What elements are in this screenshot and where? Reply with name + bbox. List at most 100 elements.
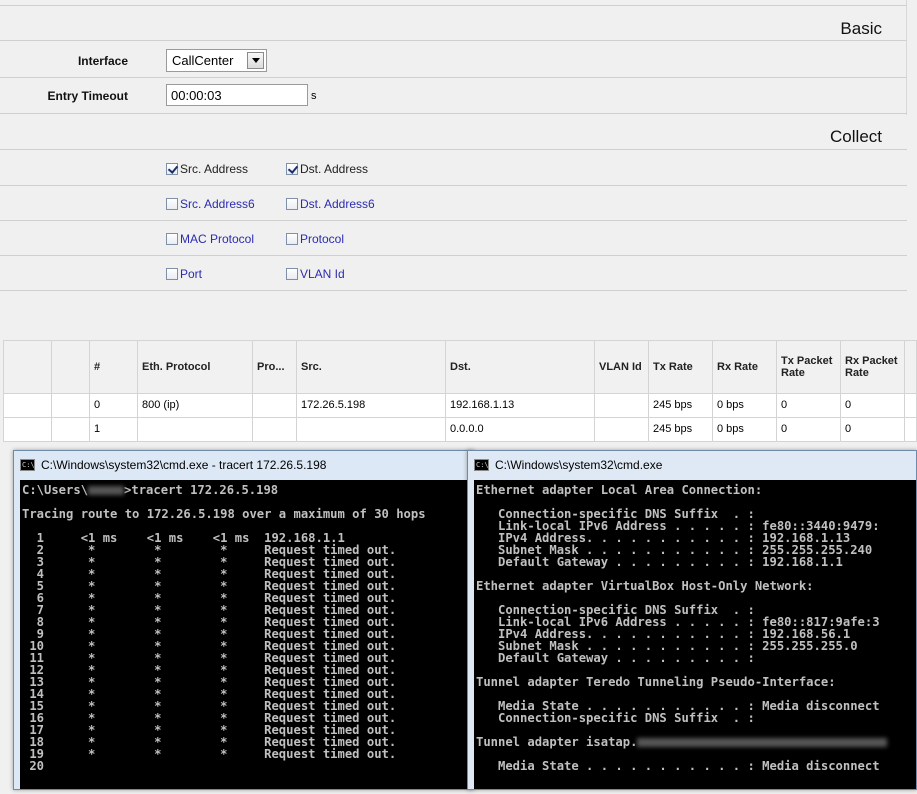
entry-timeout-label: Entry Timeout (47, 89, 128, 103)
section-title-basic: Basic (840, 19, 882, 38)
checkbox-dst-address6[interactable]: Dst. Address6 (286, 197, 375, 211)
console-text: Ethernet adapter Local Area Connection: … (474, 480, 916, 773)
column-header-filler (904, 340, 917, 394)
redacted-username (88, 486, 125, 495)
dropdown-button[interactable] (247, 52, 264, 69)
checkbox-port[interactable]: Port (166, 267, 202, 281)
table-row[interactable]: 0 800 (ip) 172.26.5.198 192.168.1.13 245… (3, 392, 917, 418)
cmd-window-tracert[interactable]: C:\ C:\Windows\system32\cmd.exe - tracer… (13, 450, 474, 790)
table-cell: 172.26.5.198 (296, 392, 446, 418)
checkbox-protocol[interactable]: Protocol (286, 232, 344, 246)
trace-hops: 1 <1 ms <1 ms <1 ms 192.168.1.1 2 * * * … (29, 531, 397, 773)
table-cell (3, 392, 52, 418)
console-text: C:\Users\ >tracert 172.26.5.198 Tracing r… (20, 480, 473, 772)
table-cell: 0 (89, 392, 138, 418)
checkbox-label: VLAN Id (300, 267, 345, 281)
table-cell (252, 416, 297, 443)
checkbox-unchecked-icon[interactable] (286, 233, 298, 245)
table-cell: 0 (776, 416, 841, 443)
column-header[interactable]: Rx Packet Rate (840, 340, 905, 394)
checkbox-src-address[interactable]: Src. Address (166, 162, 248, 176)
ipconfig-output: Ethernet adapter Local Area Connection: … (476, 483, 880, 725)
section-title-collect: Collect (830, 127, 882, 146)
chevron-down-icon (251, 58, 260, 63)
checkbox-unchecked-icon[interactable] (166, 233, 178, 245)
form-right-border (906, 0, 907, 115)
checkbox-unchecked-icon[interactable] (166, 198, 178, 210)
window-titlebar[interactable]: C:\ C:\Windows\system32\cmd.exe - tracer… (14, 451, 473, 478)
interface-label: Interface (77, 54, 128, 68)
checkbox-checked-icon[interactable] (286, 163, 298, 175)
column-header[interactable]: Eth. Protocol (137, 340, 253, 394)
table-cell (594, 416, 649, 443)
table-cell: 0.0.0.0 (445, 416, 595, 443)
table-cell (904, 416, 917, 443)
table-cell: 0 bps (712, 416, 777, 443)
checkbox-vlan-id[interactable]: VLAN Id (286, 267, 345, 281)
table-cell: 0 bps (712, 392, 777, 418)
isatap-line: Tunnel adapter isatap. (476, 735, 638, 749)
checkbox-checked-icon[interactable] (166, 163, 178, 175)
column-header[interactable]: Rx Rate (712, 340, 777, 394)
table-cell (51, 392, 90, 418)
checkbox-dst-address[interactable]: Dst. Address (286, 162, 368, 176)
column-header[interactable]: VLAN Id (594, 340, 649, 394)
divider (0, 77, 907, 78)
ipconfig-output-tail: Media State . . . . . . . . . . . : Medi… (498, 759, 880, 773)
table-cell (594, 392, 649, 418)
table-cell: 245 bps (648, 392, 713, 418)
cmd-window-ipconfig[interactable]: C:\ C:\Windows\system32\cmd.exe Ethernet… (467, 450, 917, 790)
prompt-prefix: C:\Users\ (22, 483, 89, 497)
column-header[interactable] (51, 340, 90, 394)
column-header[interactable]: Dst. (445, 340, 595, 394)
interface-select-value: CallCenter (172, 53, 234, 68)
table-cell: 800 (ip) (137, 392, 253, 418)
console-output[interactable]: C:\Users\ >tracert 172.26.5.198 Tracing r… (20, 480, 473, 789)
column-header[interactable]: Pro... (252, 340, 297, 394)
interface-select[interactable]: CallCenter (166, 49, 267, 72)
table-cell (296, 416, 446, 443)
cmd-icon: C:\ (20, 458, 35, 471)
cmd-icon: C:\ (474, 458, 489, 471)
table-header-row: # Eth. Protocol Pro... Src. Dst. VLAN Id… (3, 340, 917, 394)
checkbox-label: Protocol (300, 232, 345, 246)
prompt-command: >tracert 172.26.5.198 (124, 483, 279, 497)
window-titlebar[interactable]: C:\ C:\Windows\system32\cmd.exe (468, 451, 916, 478)
divider (0, 220, 907, 221)
column-header[interactable]: Src. (296, 340, 446, 394)
table-cell: 0 (840, 416, 905, 443)
table-row[interactable]: 1 0.0.0.0 245 bps 0 bps 0 0 (3, 416, 917, 443)
timeout-unit: s (311, 90, 317, 102)
checkbox-label: Port (180, 267, 203, 281)
checkbox-unchecked-icon[interactable] (286, 198, 298, 210)
divider (0, 40, 907, 41)
table-cell (3, 416, 52, 443)
column-header[interactable]: # (89, 340, 138, 394)
checkbox-label: Dst. Address6 (300, 197, 375, 211)
column-header[interactable] (3, 340, 52, 394)
checkbox-mac-protocol[interactable]: MAC Protocol (166, 232, 254, 246)
divider (0, 255, 907, 256)
divider (0, 185, 907, 186)
column-header[interactable]: Tx Rate (648, 340, 713, 394)
checkbox-label: Dst. Address (300, 162, 369, 176)
checkbox-label: Src. Address6 (180, 197, 255, 211)
column-header[interactable]: Tx Packet Rate (776, 340, 841, 394)
console-output[interactable]: Ethernet adapter Local Area Connection: … (474, 480, 916, 789)
entry-timeout-input[interactable] (166, 84, 308, 106)
checkbox-label: Src. Address (180, 162, 249, 176)
table-cell: 192.168.1.13 (445, 392, 595, 418)
checkbox-unchecked-icon[interactable] (166, 268, 178, 280)
redacted-adapter-name (637, 738, 888, 747)
form-panel: Basic Interface CallCenter Entry Timeout… (0, 0, 917, 340)
window-title: C:\Windows\system32\cmd.exe - tracert 17… (41, 457, 327, 472)
checkbox-label: MAC Protocol (180, 232, 255, 246)
table-cell: 0 (840, 392, 905, 418)
window-title: C:\Windows\system32\cmd.exe (495, 457, 663, 472)
checkbox-unchecked-icon[interactable] (286, 268, 298, 280)
divider (0, 5, 907, 6)
checkbox-src-address6[interactable]: Src. Address6 (166, 197, 255, 211)
stats-table: # Eth. Protocol Pro... Src. Dst. VLAN Id… (3, 340, 917, 443)
table-cell (137, 416, 253, 443)
divider (0, 149, 907, 150)
